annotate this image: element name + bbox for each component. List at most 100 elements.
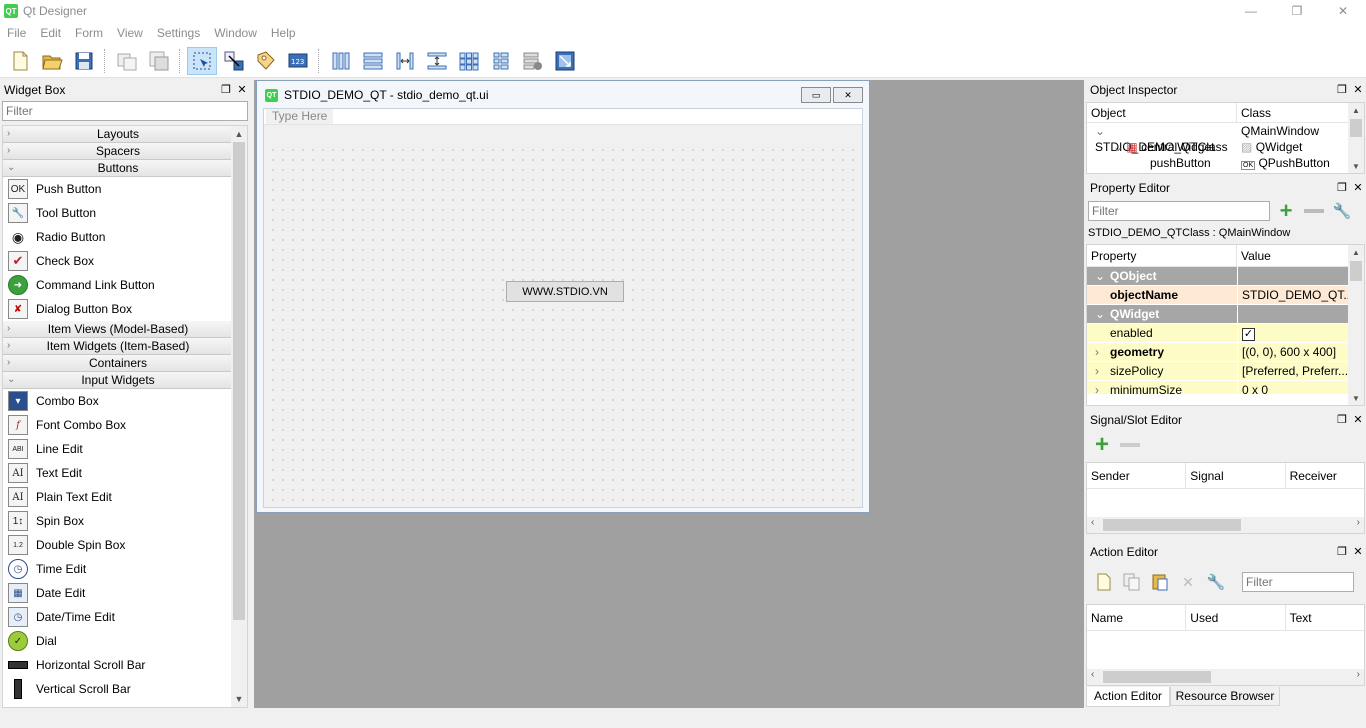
close-panel-icon[interactable]: ✕: [236, 82, 248, 96]
column-header-value[interactable]: Value: [1237, 245, 1347, 266]
layout-form-button[interactable]: [486, 47, 516, 75]
scrollbar-thumb[interactable]: [1350, 261, 1362, 281]
scroll-up-icon[interactable]: ▲: [1348, 103, 1364, 117]
close-panel-icon[interactable]: ✕: [1352, 180, 1364, 194]
menu-window[interactable]: Window: [207, 22, 264, 44]
menu-view[interactable]: View: [110, 22, 150, 44]
remove-connection-button[interactable]: [1118, 433, 1142, 457]
configure-property-editor-button[interactable]: 🔧: [1330, 199, 1354, 223]
edit-tab-order-button[interactable]: 123: [283, 47, 313, 75]
property-group-qwidget[interactable]: ⌄ QWidget: [1087, 305, 1364, 324]
scroll-right-icon[interactable]: ›: [1357, 517, 1360, 528]
form-close-button[interactable]: ✕: [833, 87, 863, 103]
scrollbar-thumb[interactable]: [233, 142, 245, 620]
tree-row-central-widget[interactable]: ⌄ ▦ centralWidget ▨ QWidget: [1087, 139, 1364, 155]
break-layout-button[interactable]: [518, 47, 548, 75]
widget-spin-box[interactable]: 1↕ Spin Box: [3, 509, 233, 533]
menu-settings[interactable]: Settings: [150, 22, 207, 44]
form-menu-bar[interactable]: Type Here: [264, 109, 862, 125]
column-header-class[interactable]: Class: [1237, 103, 1347, 122]
property-editor-scrollbar[interactable]: ▲ ▼: [1348, 245, 1364, 405]
widget-box-scrollbar[interactable]: ▲ ▼: [231, 126, 247, 707]
close-button[interactable]: ✕: [1320, 0, 1366, 22]
menu-file[interactable]: File: [0, 22, 33, 44]
enabled-checkbox[interactable]: ✓: [1242, 328, 1255, 341]
property-row-enabled[interactable]: enabled ✓: [1087, 324, 1364, 343]
widget-double-spin-box[interactable]: 1.2 Double Spin Box: [3, 533, 233, 557]
object-inspector-scrollbar[interactable]: ▲ ▼: [1348, 103, 1364, 173]
column-header-receiver[interactable]: Receiver: [1286, 463, 1364, 488]
widget-box-filter-input[interactable]: [2, 101, 248, 121]
widget-push-button[interactable]: OK Push Button: [3, 177, 233, 201]
property-row-size-policy[interactable]: › sizePolicy [Preferred, Preferr...: [1087, 362, 1364, 381]
scroll-right-icon[interactable]: ›: [1357, 669, 1360, 680]
remove-dynamic-property-button[interactable]: [1302, 199, 1326, 223]
float-panel-icon[interactable]: ❐: [1336, 544, 1348, 558]
open-file-button[interactable]: [37, 47, 67, 75]
signal-slot-hscrollbar[interactable]: ‹ ›: [1087, 517, 1364, 533]
widget-date-time-edit[interactable]: ◷ Date/Time Edit: [3, 605, 233, 629]
copy-button[interactable]: [112, 47, 142, 75]
edit-buddies-button[interactable]: [251, 47, 281, 75]
category-item-widgets[interactable]: › Item Widgets (Item-Based): [3, 338, 233, 355]
close-panel-icon[interactable]: ✕: [1352, 412, 1364, 426]
widget-line-edit[interactable]: ABI Line Edit: [3, 437, 233, 461]
column-header-name[interactable]: Name: [1087, 605, 1187, 630]
scroll-down-icon[interactable]: ▼: [1348, 159, 1364, 173]
column-header-property[interactable]: Property: [1087, 245, 1237, 266]
layout-horizontal-splitter-button[interactable]: [390, 47, 420, 75]
tree-row-main-window[interactable]: ⌄ STDIO_DEMO_QTClass QMainWindow: [1087, 123, 1364, 154]
scroll-up-icon[interactable]: ▲: [231, 126, 247, 142]
float-panel-icon[interactable]: ❐: [1336, 412, 1348, 426]
scrollbar-thumb[interactable]: [1103, 519, 1241, 531]
scroll-left-icon[interactable]: ‹: [1091, 517, 1094, 528]
category-layouts[interactable]: › Layouts: [3, 126, 233, 143]
save-file-button[interactable]: [69, 47, 99, 75]
minimize-button[interactable]: —: [1228, 0, 1274, 22]
column-header-object[interactable]: Object: [1087, 103, 1237, 122]
adjust-size-button[interactable]: [550, 47, 580, 75]
menu-help[interactable]: Help: [264, 22, 303, 44]
new-action-button[interactable]: [1092, 570, 1116, 594]
category-spacers[interactable]: › Spacers: [3, 143, 233, 160]
property-value[interactable]: [(0, 0), 600 x 400]: [1237, 343, 1351, 361]
scrollbar-thumb[interactable]: [1103, 671, 1211, 683]
widget-tool-button[interactable]: 🔧 Tool Button: [3, 201, 233, 225]
category-containers[interactable]: › Containers: [3, 355, 233, 372]
widget-combo-box[interactable]: ▾ Combo Box: [3, 389, 233, 413]
paste-button[interactable]: [144, 47, 174, 75]
add-connection-button[interactable]: +: [1090, 431, 1114, 458]
maximize-button[interactable]: ❐: [1274, 0, 1320, 22]
form-window[interactable]: QT STDIO_DEMO_QT - stdio_demo_qt.ui ▭ ✕ …: [256, 80, 870, 513]
widget-time-edit[interactable]: ◷ Time Edit: [3, 557, 233, 581]
widget-date-edit[interactable]: ▦ Date Edit: [3, 581, 233, 605]
widget-check-box[interactable]: ✔ Check Box: [3, 249, 233, 273]
property-value[interactable]: STDIO_DEMO_QT...: [1237, 286, 1351, 304]
property-group-qobject[interactable]: ⌄ QObject: [1087, 267, 1364, 286]
float-panel-icon[interactable]: ❐: [220, 82, 232, 96]
form-push-button[interactable]: WWW.STDIO.VN: [506, 281, 624, 302]
paste-action-button[interactable]: [1148, 570, 1172, 594]
widget-dialog-button-box[interactable]: ✘ Dialog Button Box: [3, 297, 233, 321]
scroll-up-icon[interactable]: ▲: [1348, 245, 1364, 259]
widget-vertical-scroll-bar[interactable]: Vertical Scroll Bar: [3, 677, 233, 701]
menu-edit[interactable]: Edit: [33, 22, 68, 44]
action-filter-input[interactable]: [1242, 572, 1354, 592]
float-panel-icon[interactable]: ❐: [1336, 82, 1348, 96]
delete-action-button[interactable]: ✕: [1176, 570, 1200, 594]
tab-action-editor[interactable]: Action Editor: [1086, 687, 1170, 707]
widget-dial[interactable]: ✓ Dial: [3, 629, 233, 653]
close-panel-icon[interactable]: ✕: [1352, 82, 1364, 96]
property-filter-input[interactable]: [1088, 201, 1270, 221]
action-editor-hscrollbar[interactable]: ‹ ›: [1087, 669, 1364, 685]
column-header-used[interactable]: Used: [1186, 605, 1286, 630]
form-design-grid[interactable]: [264, 141, 862, 507]
property-row-geometry[interactable]: › geometry [(0, 0), 600 x 400]: [1087, 343, 1364, 362]
layout-horizontal-button[interactable]: [326, 47, 356, 75]
property-row-object-name[interactable]: objectName STDIO_DEMO_QT...: [1087, 286, 1364, 305]
close-panel-icon[interactable]: ✕: [1352, 544, 1364, 558]
widget-plain-text-edit[interactable]: AI Plain Text Edit: [3, 485, 233, 509]
tree-row-push-button[interactable]: pushButton OK QPushButton: [1087, 155, 1364, 171]
scrollbar-thumb[interactable]: [1350, 119, 1362, 137]
column-header-signal[interactable]: Signal: [1186, 463, 1286, 488]
